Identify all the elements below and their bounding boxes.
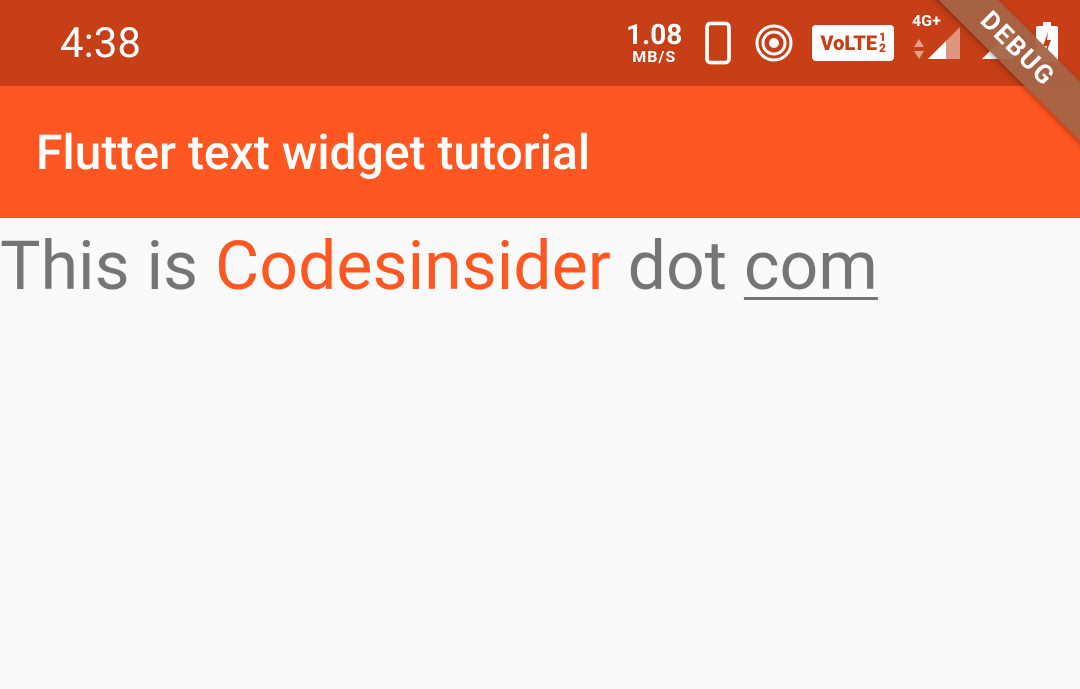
network-gen: 4G+ — [912, 11, 941, 30]
text-highlight: Codesinsider — [215, 226, 611, 306]
rich-text: This is Codesinsider dot com — [0, 218, 1080, 310]
phone-icon — [700, 21, 736, 65]
app-bar: Flutter text widget tutorial — [0, 86, 1080, 218]
text-underlined: com — [744, 226, 878, 306]
content-area: This is Codesinsider dot com — [0, 218, 1080, 310]
status-time: 4:38 — [60, 19, 141, 68]
text-prefix: This is — [0, 226, 215, 306]
hotspot-icon — [754, 23, 794, 63]
app-bar-title: Flutter text widget tutorial — [36, 124, 590, 181]
volte-badge: VoLTE 12 — [812, 25, 894, 61]
volte-sim: 12 — [879, 32, 886, 54]
network-speed: 1.08 MB/S — [626, 21, 682, 65]
speed-value: 1.08 — [626, 21, 682, 49]
volte-text: VoLTE — [820, 31, 877, 55]
text-mid: dot — [611, 226, 744, 306]
status-bar: 4:38 1.08 MB/S VoLTE 12 4G+ — [0, 0, 1080, 86]
signal-icon-1: 4G+ — [912, 25, 962, 61]
speed-unit: MB/S — [632, 49, 676, 65]
